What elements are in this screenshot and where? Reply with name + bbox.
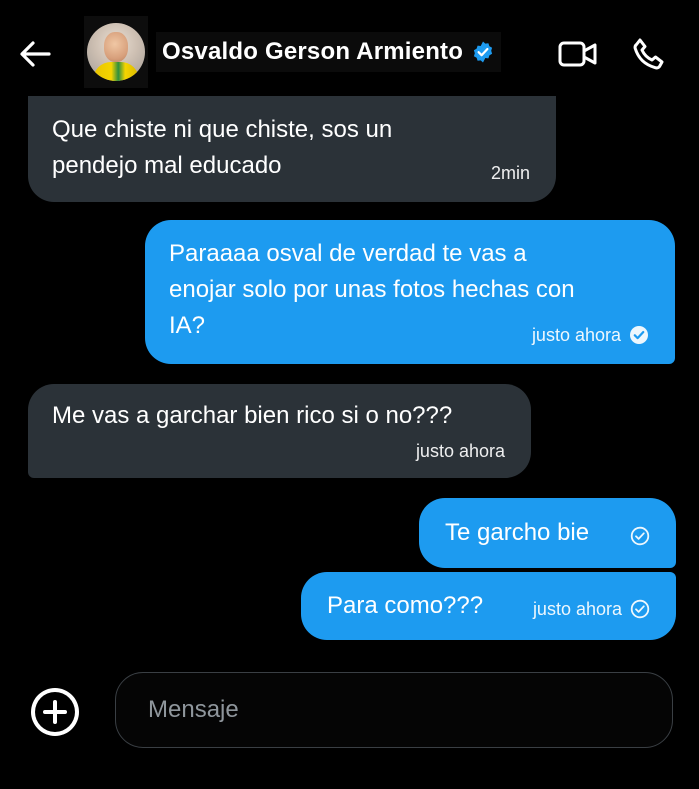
incoming-message[interactable]: Que chiste ni que chiste, sos un pendejo… [28,96,556,202]
sent-check-icon [630,599,650,619]
phone-icon [633,38,664,70]
contact-name-box: Osvaldo Gerson Armiento [156,32,502,72]
back-button[interactable] [14,34,56,74]
outgoing-message[interactable]: Te garcho bie [419,498,676,568]
avatar-head [104,32,128,62]
message-text: Que chiste ni que chiste, sos un pendejo… [52,116,393,179]
plus-circle-icon [31,688,79,736]
video-camera-icon [558,41,597,67]
message-meta [630,526,650,546]
message-list[interactable]: Que chiste ni que chiste, sos un pendejo… [0,94,699,654]
video-call-button[interactable] [556,35,600,73]
chat-header: Osvaldo Gerson Armiento [0,0,699,94]
avatar-container [84,16,148,88]
message-time: justo ahora [415,441,505,461]
sent-check-icon [630,526,650,546]
message-input[interactable] [146,695,672,725]
message-time: justo ahora [531,325,621,345]
avatar [87,23,145,81]
contact-profile[interactable]: Osvaldo Gerson Armiento [84,16,528,88]
avatar-shirt [93,62,139,81]
arrow-left-icon [20,41,51,67]
message-input-container[interactable] [115,672,673,748]
seen-check-icon [630,326,648,344]
contact-name: Osvaldo Gerson Armiento [162,38,464,65]
message-text: Te garcho bie [445,519,590,546]
message-text: Me vas a garchar bien rico si o no??? [52,402,453,429]
incoming-message[interactable]: Me vas a garchar bien rico si o no??? ju… [28,384,531,478]
message-meta: justo ahora [416,440,505,462]
verified-badge-icon [474,41,493,63]
message-meta: 2min [491,162,530,184]
message-time: justo ahora [532,599,622,619]
outgoing-message[interactable]: Para como??? justo ahora [301,572,676,640]
message-meta: justo ahora [533,598,650,620]
message-composer [0,655,699,789]
voice-call-button[interactable] [628,33,670,75]
message-time: 2min [490,163,530,183]
message-meta: justo ahora [532,324,649,346]
add-attachment-button[interactable] [28,685,82,739]
outgoing-message[interactable]: Paraaaa osval de verdad te vas a enojar … [145,220,675,364]
